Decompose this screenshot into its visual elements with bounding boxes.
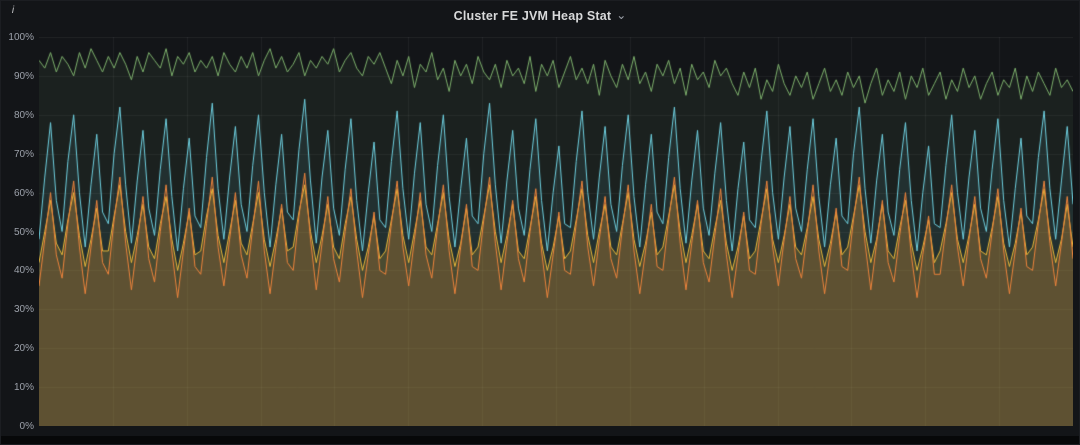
y-axis-label: 20%	[13, 343, 34, 355]
y-axis-label: 70%	[13, 148, 34, 160]
y-axis-label: 90%	[13, 70, 34, 82]
y-axis-label: 60%	[13, 187, 34, 199]
y-axis-label: 10%	[13, 382, 34, 394]
info-icon: i	[11, 4, 15, 16]
chart-plot-region: 100% 90% 80% 70% 60% 50% 40% 30% 20% 10% 0%	[1, 1, 1079, 444]
y-axis-label: 100%	[8, 32, 34, 43]
panel-title[interactable]: Cluster FE JVM Heap Stat	[454, 9, 612, 23]
panel-header[interactable]: Cluster FE JVM Heap Stat ⌄	[1, 1, 1079, 31]
y-axis-label: 40%	[13, 265, 34, 277]
grafana-panel: i Cluster FE JVM Heap Stat ⌄ 100% 90% 80% 7…	[0, 0, 1080, 445]
y-axis-label: 50%	[13, 226, 34, 238]
y-axis-label: 0%	[19, 421, 34, 432]
y-axis-label: 30%	[13, 304, 34, 316]
panel-info-icon[interactable]: i	[6, 3, 20, 17]
x-axis-cropped-area	[1, 436, 1079, 444]
chevron-down-icon: ⌄	[616, 7, 627, 22]
heap-chart-canvas[interactable]	[39, 37, 1073, 426]
y-axis-label: 80%	[13, 109, 34, 121]
